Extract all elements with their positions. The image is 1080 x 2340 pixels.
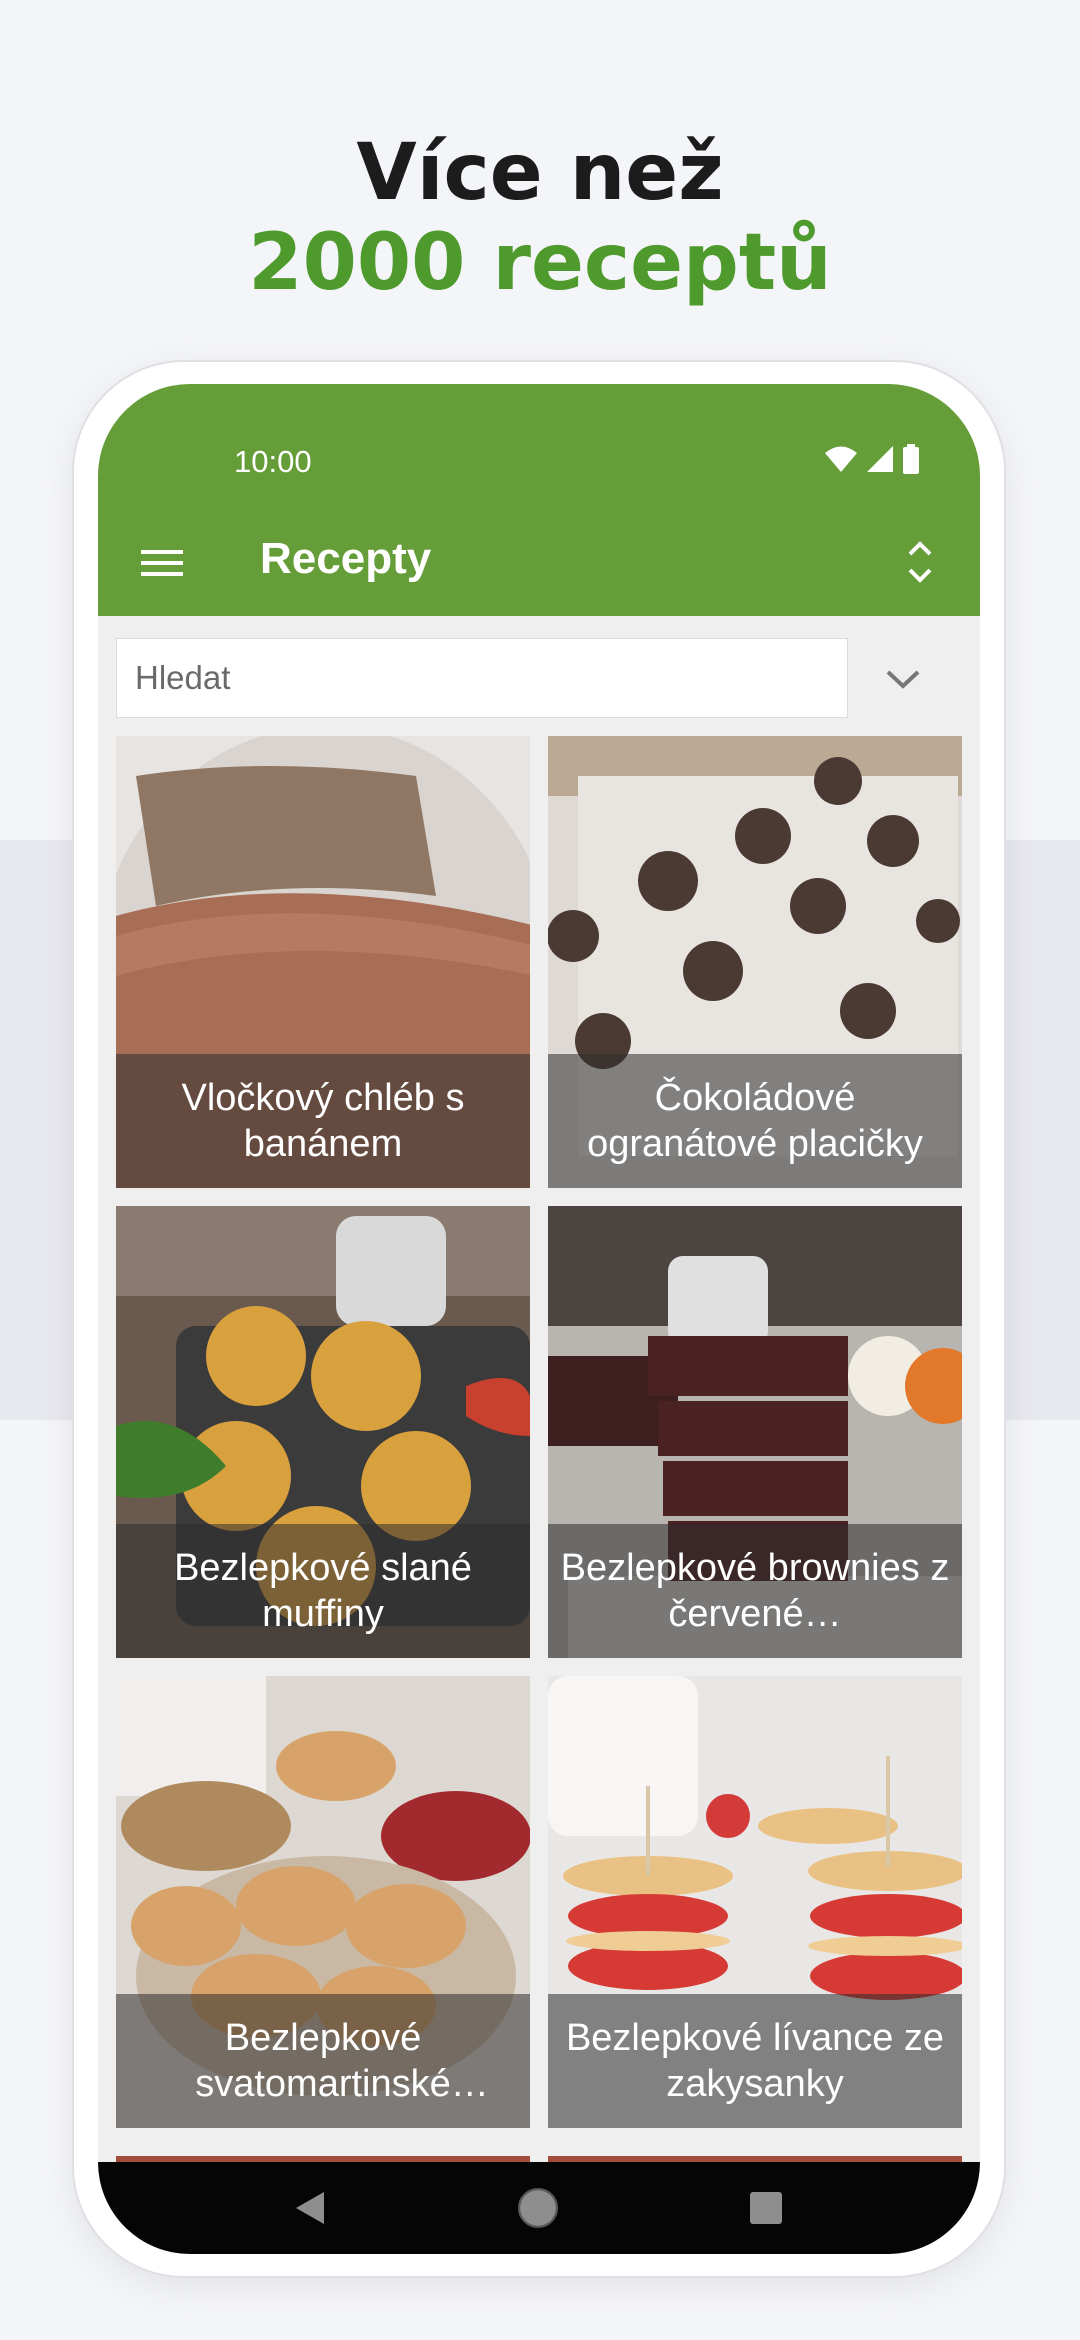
recipe-title: Bezlepkové brownies z červené… xyxy=(548,1524,962,1658)
phone-frame: 10:00 Recepty Hledat Vločkový chléb s ba… xyxy=(74,362,1004,2276)
recents-icon[interactable] xyxy=(748,2190,784,2226)
promo-headline: Více než 2000 receptů xyxy=(0,128,1080,308)
app-title: Recepty xyxy=(260,534,432,583)
recipe-card[interactable]: Bezlepkové lívance ze zakysanky xyxy=(548,1676,962,2128)
sort-icon[interactable] xyxy=(900,534,940,590)
recipe-card[interactable]: Bezlepkové slané muffiny xyxy=(116,1206,530,1658)
recipe-title: Vločkový chléb s banánem xyxy=(116,1054,530,1188)
system-nav-bar xyxy=(98,2162,980,2254)
recipe-card[interactable]: Vločkový chléb s banánem xyxy=(116,736,530,1188)
status-time: 10:00 xyxy=(234,444,312,479)
battery-icon xyxy=(903,444,919,474)
back-icon[interactable] xyxy=(290,2188,330,2228)
search-field[interactable] xyxy=(116,638,848,718)
home-icon[interactable] xyxy=(516,2186,560,2230)
signal-icon xyxy=(867,446,893,472)
headline-line2: 2000 receptů xyxy=(248,218,832,308)
recipe-card[interactable]: Bezlepkové brownies z červené… xyxy=(548,1206,962,1658)
app-bar: 10:00 Recepty xyxy=(98,384,980,616)
recipe-title: Čokoládové ogranátové placičky xyxy=(548,1054,962,1188)
menu-icon[interactable] xyxy=(138,538,188,588)
recipe-title: Bezlepkové slané muffiny xyxy=(116,1524,530,1658)
headline-line1: Více než xyxy=(356,128,724,218)
recipe-card[interactable]: Čokoládové ogranátové placičky xyxy=(548,736,962,1188)
recipe-grid: Vločkový chléb s banánem Čokoládové ogra… xyxy=(116,736,962,2128)
recipe-title: Bezlepkové svatomartinské rohlíčky xyxy=(116,1994,530,2128)
chevron-down-icon[interactable] xyxy=(878,654,928,704)
status-icons xyxy=(824,444,920,474)
search-input[interactable] xyxy=(117,639,847,717)
recipe-card[interactable]: Bezlepkové svatomartinské rohlíčky xyxy=(116,1676,530,2128)
wifi-icon xyxy=(825,446,857,472)
recipe-title: Bezlepkové lívance ze zakysanky xyxy=(548,1994,962,2128)
phone-screen: 10:00 Recepty Hledat Vločkový chléb s ba… xyxy=(98,384,980,2254)
